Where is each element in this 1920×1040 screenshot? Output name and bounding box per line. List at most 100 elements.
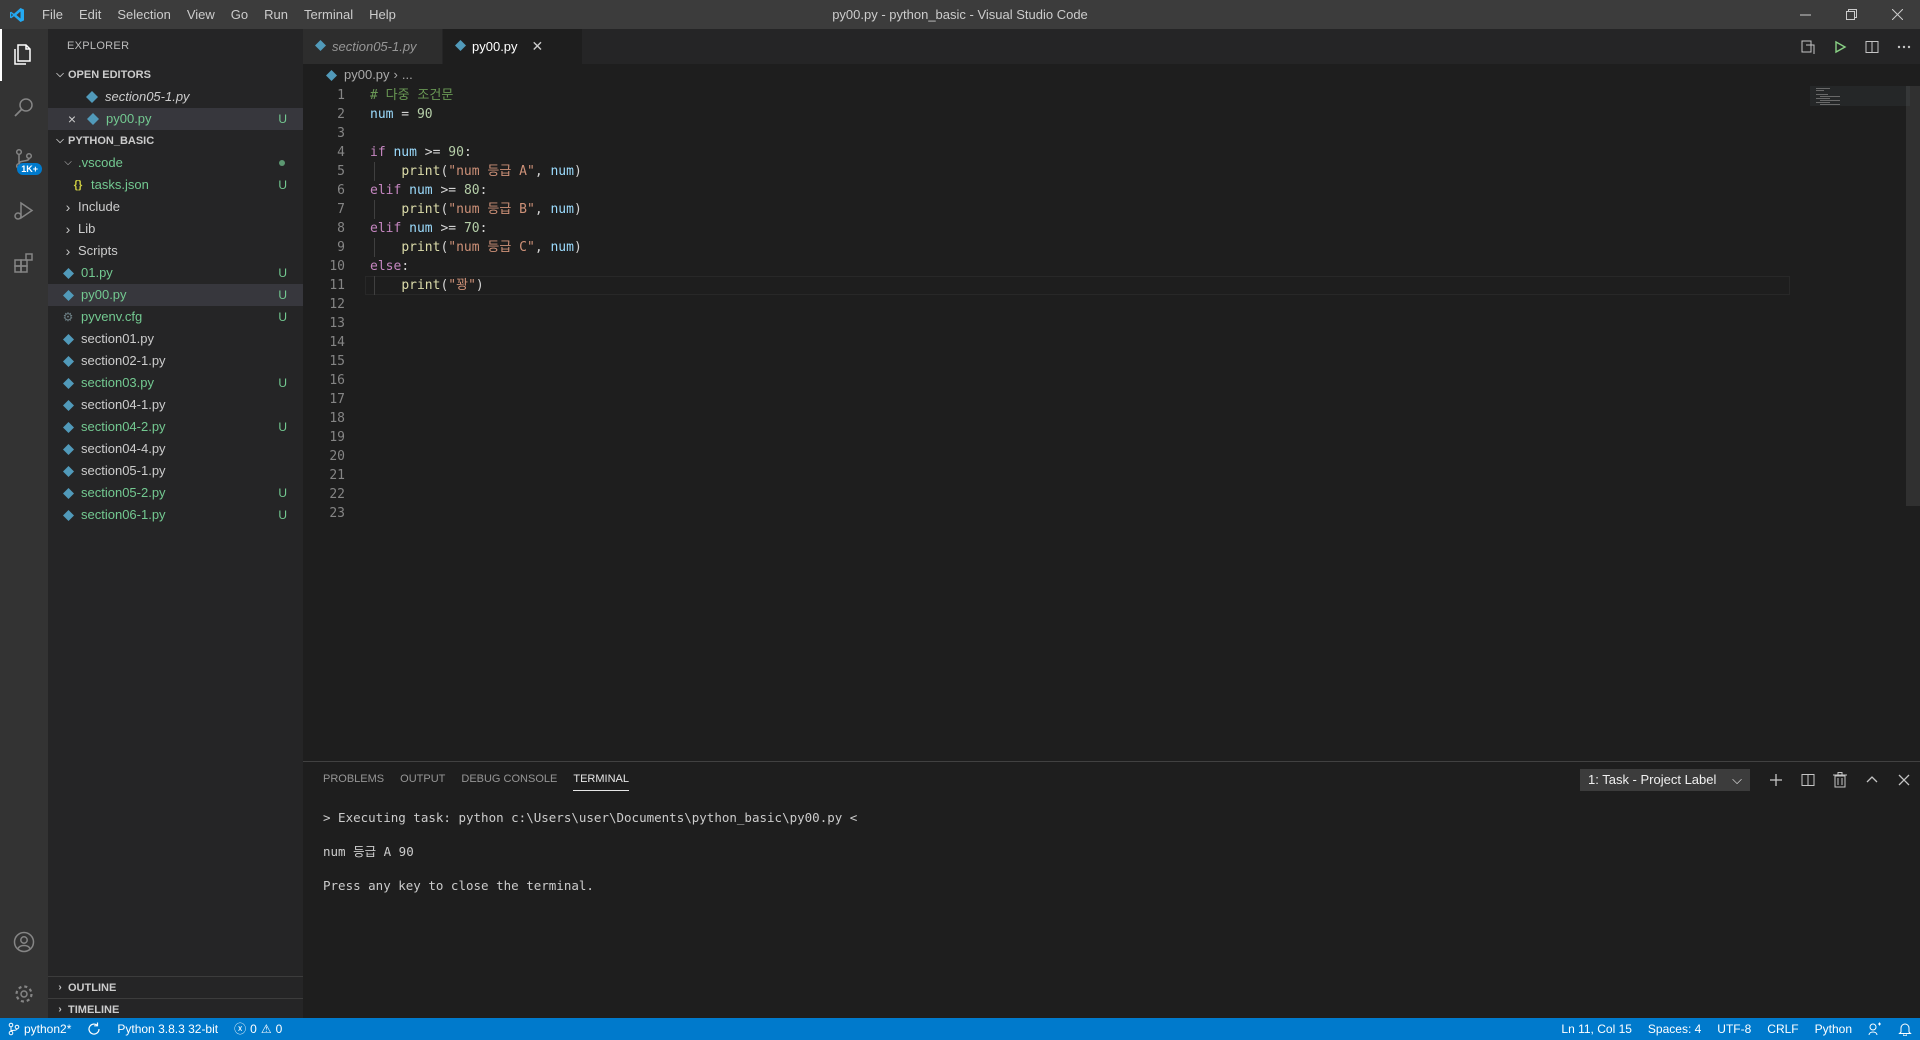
close-tab-icon[interactable]: ✕ [532,38,544,55]
explorer-activity[interactable] [0,29,48,81]
sync-icon[interactable] [79,1018,109,1040]
menu-go[interactable]: Go [223,0,256,29]
close-icon[interactable]: × [64,108,80,130]
restore-button[interactable] [1828,0,1874,29]
feedback-icon[interactable] [1860,1018,1890,1040]
manage-activity[interactable] [0,968,48,1020]
terminal-select[interactable]: 1: Task - Project Label ⌵ [1580,768,1750,791]
menu-run[interactable]: Run [256,0,296,29]
accounts-activity[interactable] [0,916,48,968]
open-editors-label: OPEN EDITORS [68,69,151,81]
tree-file[interactable]: section05-1.py [48,460,303,482]
chevron-right-icon: › [393,67,398,82]
tree-item-label: Include [78,199,120,214]
more-actions-icon[interactable] [1888,29,1920,64]
code-editor[interactable]: 1 # 다중 조건문 2 num = 90 3 4 if num >= 90: 5 print… [303,86,1920,761]
python-interpreter[interactable]: Python 3.8.3 32-bit [109,1018,226,1040]
tree-file[interactable]: section01.py [48,328,303,350]
tree-file[interactable]: section04-1.py [48,394,303,416]
menu-selection[interactable]: Selection [109,0,178,29]
split-editor-icon[interactable] [1856,29,1888,64]
chevron-right-icon: › [58,981,62,993]
tree-file[interactable]: section05-2.py U [48,482,303,504]
menu-edit[interactable]: Edit [71,0,109,29]
tree-file[interactable]: section06-1.py U [48,504,303,526]
split-terminal-icon[interactable] [1792,762,1824,797]
chevron-down-icon: ⌵ [56,135,64,146]
new-terminal-icon[interactable] [1760,762,1792,797]
search-activity[interactable] [0,81,48,133]
breadcrumb-symbol[interactable]: ... [402,64,413,86]
close-window-button[interactable] [1874,0,1920,29]
tree-file[interactable]: section02-1.py [48,350,303,372]
explorer-sidebar: EXPLORER ⌵ OPEN EDITORS section05-1.py ×… [48,29,303,1020]
breadcrumb-file[interactable]: py00.py [344,64,390,86]
source-control-activity[interactable]: 1K+ [0,133,48,185]
maximize-panel-icon[interactable] [1856,762,1888,797]
tree-item-label: section02-1.py [81,353,166,368]
tree-folder[interactable]: › Include [48,196,303,218]
run-debug-activity[interactable] [0,185,48,237]
tab-section05-1[interactable]: section05-1.py [303,29,443,64]
menu-file[interactable]: File [34,0,71,29]
python-file-icon [60,487,76,499]
line-number: 7 [337,202,345,217]
python-file-icon [60,355,76,367]
run-file-icon[interactable] [1824,29,1856,64]
close-panel-icon[interactable] [1888,762,1920,797]
trash-icon[interactable] [1824,762,1856,797]
window-controls [1782,0,1920,29]
tree-item-label: section04-4.py [81,441,166,456]
tree-file[interactable]: section04-4.py [48,438,303,460]
tab-py00[interactable]: py00.py ✕ [443,29,583,64]
open-editors-header[interactable]: ⌵ OPEN EDITORS [48,64,303,86]
activity-bar: 1K+ [0,29,48,1020]
minimap[interactable] [1810,86,1910,126]
open-editor-item[interactable]: × py00.py U [48,108,303,130]
code-line: 20 [303,447,582,466]
project-folder-header[interactable]: ⌵ PYTHON_BASIC [48,130,303,152]
tree-file[interactable]: ⚙ pyvenv.cfg U [48,306,303,328]
tree-file[interactable]: section04-2.py U [48,416,303,438]
chevron-down-icon: ⌵ [56,69,64,80]
tree-folder[interactable]: › Lib [48,218,303,240]
timeline-header[interactable]: › TIMELINE [48,998,303,1020]
panel-tab-problems[interactable]: PROBLEMS [315,762,392,797]
tree-file[interactable]: 01.py U [48,262,303,284]
notifications-bell-icon[interactable] [1890,1018,1920,1040]
tree-folder[interactable]: ⌵ .vscode [48,152,303,174]
code-line: 7 print("num 등급 B", num) [303,200,582,219]
tree-item-label: section04-1.py [81,397,166,412]
line-content: print("꽝") [401,278,484,293]
panel-tab-output[interactable]: OUTPUT [392,762,453,797]
python-file-icon [60,465,76,477]
python-file-icon [60,399,76,411]
open-editor-item[interactable]: section05-1.py [48,86,303,108]
vertical-scrollbar[interactable] [1906,86,1920,506]
line-ending[interactable]: CRLF [1759,1018,1806,1040]
branch-status[interactable]: python2* [0,1018,79,1040]
language-mode[interactable]: Python [1807,1018,1860,1040]
tree-file[interactable]: section03.py U [48,372,303,394]
menu-bar: File Edit Selection View Go Run Terminal Help [34,0,404,29]
menu-help[interactable]: Help [361,0,404,29]
terminal[interactable]: > Executing task: python c:\Users\user\D… [303,797,1920,894]
tree-item-label: section04-2.py [81,419,166,434]
cursor-position[interactable]: Ln 11, Col 15 [1553,1018,1640,1040]
indentation[interactable]: Spaces: 4 [1640,1018,1709,1040]
minimize-button[interactable] [1782,0,1828,29]
tree-file[interactable]: {} tasks.json U [48,174,303,196]
tree-folder[interactable]: › Scripts [48,240,303,262]
outline-header[interactable]: › OUTLINE [48,976,303,998]
tree-item-label: py00.py [81,287,127,302]
panel-tab-terminal[interactable]: TERMINAL [565,762,637,797]
file-tree: ⌵ .vscode {} tasks.json U › Include › Lib › Script… [48,152,303,526]
menu-terminal[interactable]: Terminal [296,0,361,29]
extensions-activity[interactable] [0,237,48,289]
panel-tab-debug-console[interactable]: DEBUG CONSOLE [453,762,565,797]
tree-file[interactable]: py00.py U [48,284,303,306]
encoding[interactable]: UTF-8 [1709,1018,1759,1040]
open-changes-icon[interactable] [1792,29,1824,64]
problems-status[interactable]: ⓧ 0 ⚠ 0 [226,1018,290,1040]
menu-view[interactable]: View [179,0,223,29]
